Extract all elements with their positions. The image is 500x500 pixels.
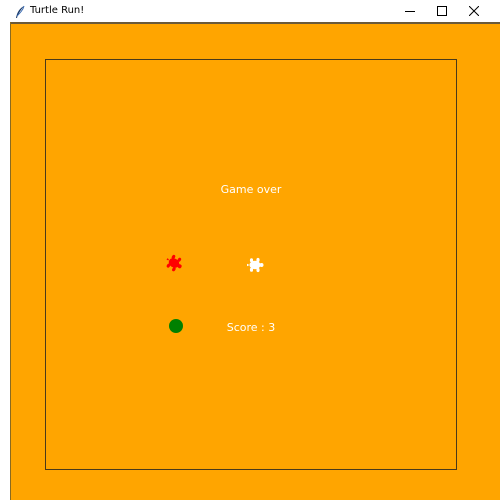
enemy-turtle-icon: [164, 254, 184, 276]
game-over-text: Game over: [220, 183, 282, 196]
title-bar[interactable]: Turtle Run!: [0, 0, 500, 22]
app-window: Turtle Run! Game over Score: 3: [0, 0, 500, 500]
close-icon: [469, 6, 479, 16]
close-button[interactable]: [459, 0, 489, 22]
maximize-button[interactable]: [427, 0, 457, 22]
feather-icon: [14, 4, 26, 18]
minimize-button[interactable]: [395, 0, 425, 22]
minimize-icon: [405, 6, 415, 16]
score-text: Score : 3: [226, 321, 276, 334]
player-turtle-icon: [246, 257, 266, 277]
food-circle-icon: [169, 319, 183, 333]
maximize-icon: [437, 6, 447, 16]
window-title: Turtle Run!: [30, 5, 85, 16]
game-canvas[interactable]: Game over Score: 3: [11, 24, 500, 500]
